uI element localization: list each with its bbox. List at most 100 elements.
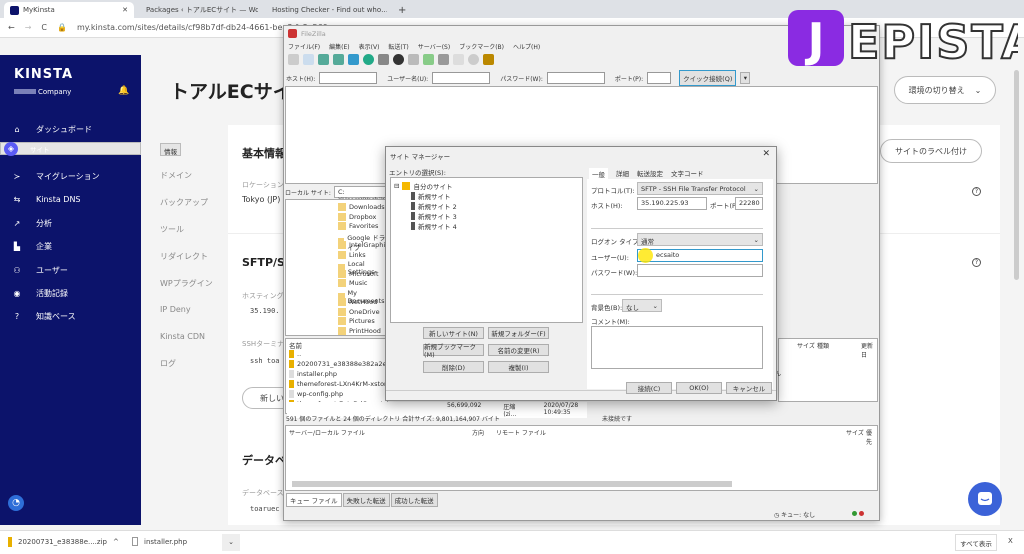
- chevron-down-icon[interactable]: ⌄: [222, 534, 240, 551]
- bell-icon[interactable]: 🔔: [118, 86, 129, 96]
- tab-transfer-settings[interactable]: 転送設定: [637, 168, 663, 180]
- close-icon[interactable]: ✕: [762, 149, 770, 159]
- reconnect-icon[interactable]: [423, 54, 434, 65]
- scrollbar[interactable]: [1014, 70, 1019, 280]
- local-tree-item[interactable]: Downloads: [338, 203, 385, 211]
- menu-file[interactable]: ファイル(F): [288, 42, 320, 51]
- chat-launcher-button[interactable]: [968, 482, 1002, 516]
- reload-icon[interactable]: C: [41, 23, 47, 32]
- sidebar-item-activity[interactable]: ◉ 活動記録: [0, 282, 141, 304]
- host-input[interactable]: [319, 72, 378, 84]
- duplicate-button[interactable]: 複製(I): [488, 361, 549, 373]
- menu-help[interactable]: ヘルプ(H): [513, 42, 540, 51]
- delete-button[interactable]: 削除(D): [423, 361, 484, 373]
- site-entry[interactable]: 新規サイト 3: [411, 211, 457, 221]
- tab-hosting-checker[interactable]: Hosting Checker - Find out who…: [262, 2, 387, 18]
- close-icon[interactable]: X: [1008, 537, 1013, 545]
- company-name[interactable]: Company: [14, 88, 71, 96]
- subnav-domain[interactable]: ドメイン: [160, 170, 192, 181]
- subnav-wp-plugins[interactable]: WPプラグイン: [160, 278, 213, 289]
- file-row[interactable]: 20200731_e38388e382a2e383abe: [289, 360, 387, 368]
- search-icon[interactable]: [453, 54, 464, 65]
- local-tree-item[interactable]: Favorites: [338, 222, 378, 230]
- ok-button[interactable]: OK(O): [676, 382, 722, 394]
- sidebar-item-dns[interactable]: ⇆ Kinsta DNS: [0, 188, 141, 210]
- cancel-button[interactable]: キャンセル: [726, 382, 772, 394]
- site-entry[interactable]: 新規サイト 2: [411, 201, 457, 211]
- local-tree-icon[interactable]: [318, 54, 329, 65]
- local-tree-item[interactable]: NetHood: [338, 298, 377, 306]
- menu-view[interactable]: 表示(V): [359, 42, 380, 51]
- queue-col-size[interactable]: サイズ: [846, 428, 864, 437]
- username-input[interactable]: [432, 72, 491, 84]
- tab-mykinsta[interactable]: MyKinsta ✕: [4, 2, 134, 18]
- filter-icon[interactable]: [378, 54, 389, 65]
- file-row[interactable]: installer.php: [289, 370, 337, 378]
- disconnect-icon[interactable]: [408, 54, 419, 65]
- new-folder-button[interactable]: 新規フォルダー(F): [488, 327, 549, 339]
- avatar[interactable]: ◔: [8, 495, 24, 511]
- download-item[interactable]: 20200731_e38388e....zip ^: [8, 537, 119, 547]
- subnav-info[interactable]: 情報: [160, 143, 181, 156]
- site-tree[interactable]: ⊟ 自分のサイト 新規サイト 新規サイト 2 新規サイト 3 新規サイト 4: [390, 177, 583, 323]
- binoculars-icon[interactable]: [483, 54, 494, 65]
- compare-icon[interactable]: [438, 54, 449, 65]
- local-tree-item[interactable]: Links: [338, 250, 366, 259]
- host-field[interactable]: 35.190.225.93: [637, 197, 707, 210]
- queue-col-remote[interactable]: リモート ファイル: [496, 428, 546, 437]
- sidebar-item-knowledge[interactable]: ? 知識ベース: [0, 305, 141, 327]
- tab-successful-transfers[interactable]: 成功した転送: [390, 493, 438, 507]
- tab-charset[interactable]: 文字コード: [671, 168, 704, 180]
- sync-icon[interactable]: [468, 54, 479, 65]
- site-manager-icon[interactable]: [288, 54, 299, 65]
- name-column-header[interactable]: 名前: [289, 340, 302, 350]
- queue-col-direction[interactable]: 方向: [472, 428, 484, 437]
- local-tree-item[interactable]: IntelGraphics: [338, 241, 387, 249]
- menu-edit[interactable]: 編集(E): [329, 42, 349, 51]
- sidebar-item-company[interactable]: ▙ 企業: [0, 235, 141, 257]
- subnav-cdn[interactable]: Kinsta CDN: [160, 332, 205, 341]
- password-field[interactable]: [637, 264, 763, 277]
- connect-button[interactable]: 接続(C): [626, 382, 672, 394]
- sidebar-item-analytics[interactable]: ↗ 分析: [0, 212, 141, 234]
- sidebar-item-dashboard[interactable]: ⌂ ダッシュボード: [0, 118, 141, 140]
- subnav-log[interactable]: ログ: [160, 358, 176, 369]
- user-field[interactable]: ecsaito: [637, 249, 763, 262]
- back-icon[interactable]: ←: [8, 23, 15, 32]
- local-tree-item[interactable]: Dropbox: [338, 212, 376, 221]
- message-log-icon[interactable]: [303, 54, 314, 65]
- new-site-button[interactable]: 新しいサイト(N): [423, 327, 484, 339]
- queue-icon[interactable]: [348, 54, 359, 65]
- subnav-redirect[interactable]: リダイレクト: [160, 251, 208, 262]
- site-label-button[interactable]: サイトのラベル付け: [880, 139, 982, 163]
- help-icon[interactable]: ?: [972, 258, 981, 267]
- subnav-tools[interactable]: ツール: [160, 224, 184, 235]
- size-header[interactable]: サイズ: [797, 341, 815, 350]
- logon-type-select[interactable]: 通常 ⌄: [637, 233, 763, 246]
- subnav-ip-deny[interactable]: IP Deny: [160, 305, 191, 314]
- tree-root[interactable]: ⊟ 自分のサイト: [394, 181, 452, 191]
- quickconnect-button[interactable]: クイック接続(Q): [679, 70, 737, 86]
- port-input[interactable]: [647, 72, 672, 84]
- menu-transfer[interactable]: 転送(T): [388, 42, 408, 51]
- new-tab-button[interactable]: +: [392, 2, 412, 18]
- type-header[interactable]: 種類: [817, 341, 829, 350]
- env-switch-dropdown[interactable]: 環境の切り替え ⌄: [894, 76, 996, 104]
- help-icon[interactable]: ?: [972, 187, 981, 196]
- remote-file-list[interactable]: サイズ 種類 更新日 ん: [775, 338, 878, 402]
- sidebar-item-users[interactable]: ⚇ ユーザー: [0, 259, 141, 281]
- new-bookmark-button[interactable]: 新規ブックマーク(M): [423, 343, 484, 359]
- subnav-backup[interactable]: バックアップ: [160, 197, 208, 208]
- tab-packages[interactable]: Packages ‹ トアルECサイト — Wor…: [136, 2, 258, 18]
- queue-col-priority[interactable]: 優先: [866, 428, 877, 446]
- site-entry[interactable]: 新規サイト: [411, 191, 451, 201]
- local-tree-item[interactable]: PrintHood: [338, 326, 381, 335]
- local-tree-item[interactable]: Pictures: [338, 317, 375, 325]
- tab-general[interactable]: 一般: [589, 168, 608, 180]
- rename-button[interactable]: 名前の変更(R): [488, 344, 549, 356]
- menu-bookmark[interactable]: ブックマーク(B): [459, 42, 504, 51]
- file-row[interactable]: themeforest-LXn4KrM-xstore-re: [289, 380, 387, 388]
- comment-textarea[interactable]: [591, 326, 763, 369]
- local-tree-item[interactable]: Music: [338, 279, 368, 287]
- queue-scrollbar[interactable]: [292, 481, 732, 487]
